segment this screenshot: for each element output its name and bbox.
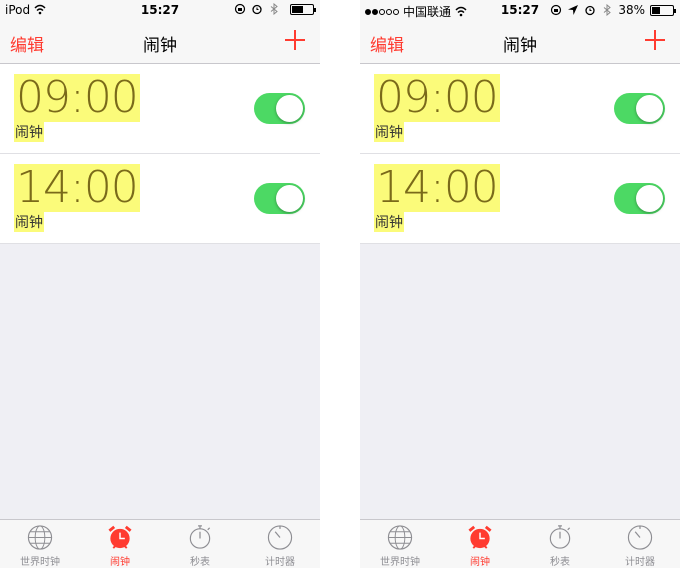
tab-label: 世界时钟 [380,557,420,568]
page-title: 闹钟 [503,36,537,56]
tab-timer[interactable]: 计时器 [600,520,680,568]
tab-label: 世界时钟 [20,557,60,568]
alarm-toggle[interactable] [254,183,305,214]
alarm-time: 14:00 [374,162,500,213]
alarm-clock-icon [108,525,132,549]
alarm-status-icon [585,5,595,16]
alarm-row[interactable]: 09:00 闹钟 [360,64,680,154]
tab-alarm[interactable]: 闹钟 [80,520,160,568]
alarm-row[interactable]: 14:00 闹钟 [360,154,680,244]
alarm-label: 闹钟 [374,122,404,142]
battery-fill [292,5,303,13]
tab-world-clock[interactable]: 世界时钟 [360,520,440,568]
alarm-time: 09:00 [14,72,140,123]
stopwatch-icon [549,525,571,549]
rotation-lock-icon [234,3,246,15]
alarm-toggle[interactable] [254,93,305,124]
alarm-toggle[interactable] [614,183,665,214]
toggle-knob [276,95,303,122]
status-right [234,3,316,15]
alarm-clock-icon [468,525,492,549]
status-bar: 中国联通 15:27 38% [360,0,680,20]
battery-icon [650,4,676,16]
alarm-list: 09:00 闹钟 14:00 闹钟 [360,64,680,244]
tab-label: 计时器 [625,557,655,568]
timer-icon [267,525,293,550]
status-bar: iPod 15:27 [0,0,320,20]
battery-fill [652,6,661,14]
alarm-time: 14:00 [14,162,140,213]
stopwatch-icon [189,525,211,549]
phone-screen-left: iPod 15:27 编辑 闹钟 09:00 闹钟 14:00 闹钟 世界时钟 … [0,0,320,568]
battery-percent: 38% [618,3,645,17]
alarm-list: 09:00 闹钟 14:00 闹钟 [0,64,320,244]
phone-screen-right: 中国联通 15:27 38% 编辑 闹钟 09:00 闹钟 14:00 闹钟 世… [360,0,680,568]
tab-bar: 世界时钟 闹钟 秒表 计时器 [0,519,320,568]
alarm-label: 闹钟 [14,122,44,142]
tab-label: 秒表 [190,557,210,568]
alarm-toggle[interactable] [614,93,665,124]
alarm-row[interactable]: 14:00 闹钟 [0,154,320,244]
tab-timer[interactable]: 计时器 [240,520,320,568]
alarm-time: 09:00 [374,72,500,123]
toggle-knob [276,185,303,212]
tab-label: 闹钟 [110,557,130,568]
globe-icon [27,525,53,550]
rotation-lock-icon [551,4,562,16]
alarm-label: 闹钟 [374,212,404,232]
tab-label: 秒表 [550,557,570,568]
tab-world-clock[interactable]: 世界时钟 [0,520,80,568]
toggle-knob [636,95,663,122]
globe-icon [387,525,413,550]
tab-stopwatch[interactable]: 秒表 [520,520,600,568]
alarm-status-icon [252,4,262,15]
timer-icon [627,525,653,550]
bluetooth-icon [270,3,278,15]
alarm-row[interactable]: 09:00 闹钟 [0,64,320,154]
tab-alarm[interactable]: 闹钟 [440,520,520,568]
tab-label: 计时器 [265,557,295,568]
page-title: 闹钟 [143,36,177,56]
bluetooth-icon [604,4,612,16]
tab-bar: 世界时钟 闹钟 秒表 计时器 [360,519,680,568]
nav-bar: 编辑 闹钟 [0,20,320,64]
nav-bar: 编辑 闹钟 [360,20,680,64]
alarm-label: 闹钟 [14,212,44,232]
add-alarm-button[interactable] [282,27,308,53]
toggle-knob [636,185,663,212]
tab-stopwatch[interactable]: 秒表 [160,520,240,568]
battery-icon [290,3,316,15]
status-right: 38% [550,3,676,17]
add-alarm-button[interactable] [642,27,668,53]
tab-label: 闹钟 [470,557,490,568]
location-icon [568,5,579,15]
